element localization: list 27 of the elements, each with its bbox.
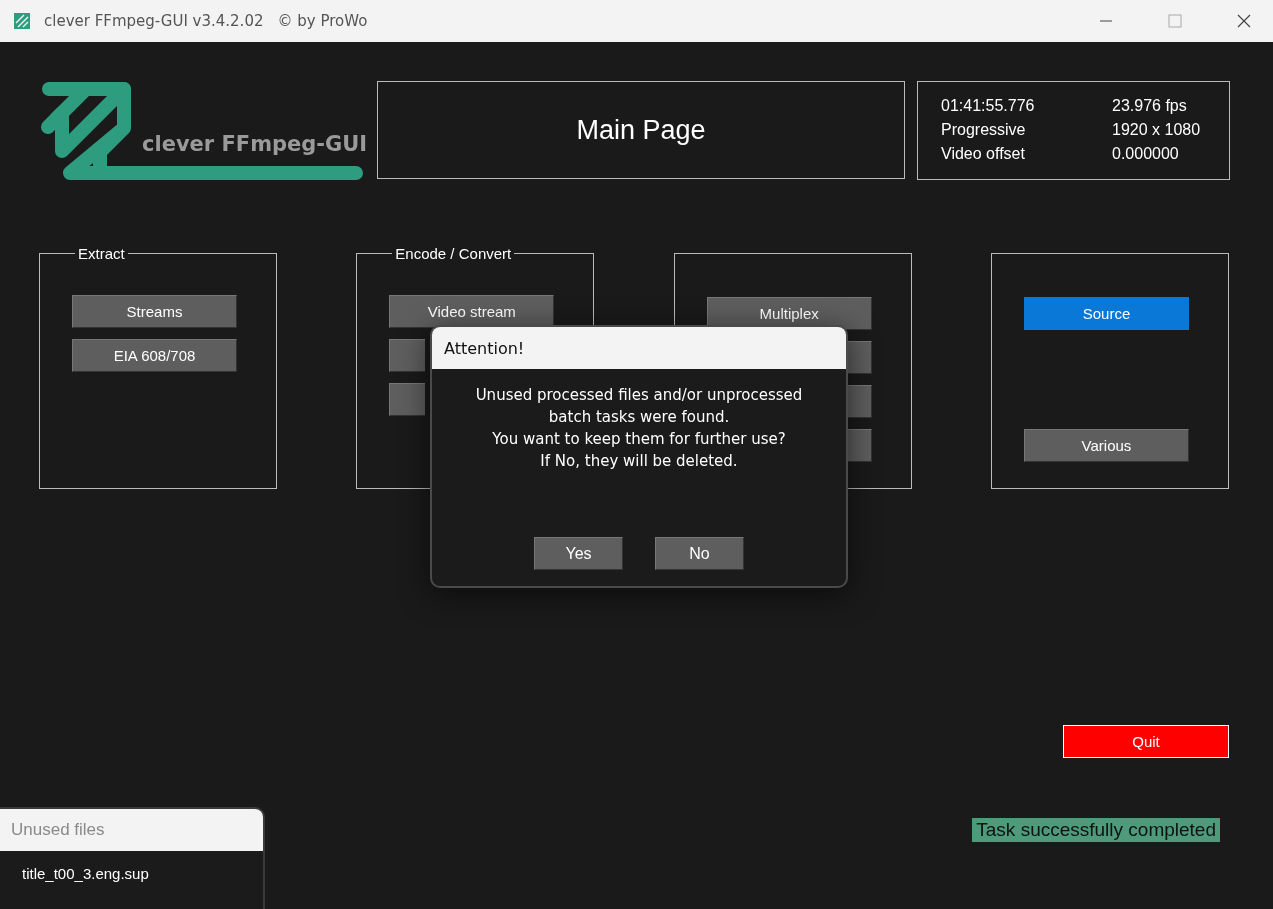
copyright-text: © by ProWo [277, 12, 368, 30]
dialog-button[interactable]: Yes [534, 537, 623, 570]
action-button[interactable]: Various [1024, 429, 1189, 462]
group-title: Encode / Convert [394, 245, 513, 262]
info-value: 1920 x 1080 [1112, 120, 1202, 139]
info-label: 01:41:55.776 [941, 96, 1036, 115]
action-button[interactable]: Streams [72, 295, 237, 328]
page-title: Main Page [576, 114, 706, 146]
dialog-title: Attention! [444, 338, 525, 358]
info-label: Progressive [941, 120, 1027, 139]
action-button[interactable]: EIA 608/708 [72, 339, 237, 372]
action-button[interactable]: Video stream [389, 295, 555, 328]
group-title: Extract [77, 245, 126, 262]
quit-button[interactable]: Quit [1063, 725, 1229, 758]
dialog-message: Unused processed files and/or unprocessed batch tasks were found. You want to keep them for further use? If No, they will be deleted. [475, 385, 803, 472]
dialog-button[interactable]: No [655, 537, 744, 570]
status-message: Task successfully completed [972, 818, 1220, 842]
info-label: Video offset [941, 144, 1026, 163]
app-icon [14, 13, 30, 29]
logo-text: clever FFmpeg-GUI [142, 132, 368, 156]
window-title: clever FFmpeg-GUI v3.4.2.02 [44, 12, 264, 30]
action-button[interactable]: Source [1024, 297, 1189, 330]
panel-title: Unused files [11, 820, 105, 840]
info-value: 23.976 fps [1112, 96, 1188, 115]
info-value: 0.000000 [1112, 144, 1180, 163]
close-icon[interactable] [1237, 14, 1251, 28]
file-item[interactable]: title_t00_3.eng.sup [22, 865, 149, 882]
